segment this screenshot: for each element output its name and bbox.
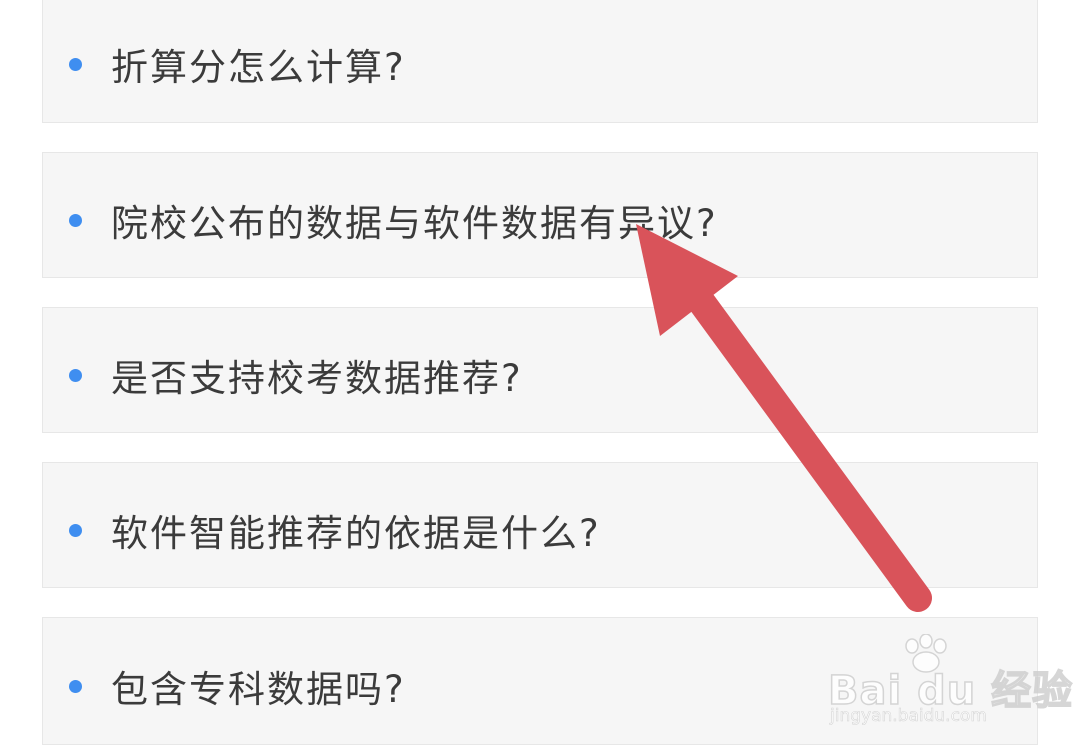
bullet-icon: [69, 58, 82, 71]
faq-item-label: 包含专科数据吗?: [111, 668, 406, 711]
faq-page: 折算分怎么计算? 院校公布的数据与软件数据有异议? 是否支持校考数据推荐? 软件…: [0, 0, 1076, 756]
bullet-icon: [69, 680, 82, 693]
faq-item-recommendation-basis[interactable]: 软件智能推荐的依据是什么?: [42, 462, 1038, 588]
bullet-icon: [69, 524, 82, 537]
faq-item-school-exam[interactable]: 是否支持校考数据推荐?: [42, 307, 1038, 433]
bullet-icon: [69, 369, 82, 382]
faq-item-conversion-score[interactable]: 折算分怎么计算?: [42, 0, 1038, 123]
faq-item-label: 院校公布的数据与软件数据有异议?: [111, 202, 718, 245]
faq-item-label: 软件智能推荐的依据是什么?: [111, 512, 601, 555]
faq-item-label: 折算分怎么计算?: [111, 46, 406, 89]
bullet-icon: [69, 214, 82, 227]
faq-item-label: 是否支持校考数据推荐?: [111, 357, 523, 400]
baidu-jingyan-watermark: Bai du 经验 jingyan.baidu.com: [827, 634, 1073, 740]
faq-item-data-dispute[interactable]: 院校公布的数据与软件数据有异议?: [42, 152, 1038, 278]
watermark-url: jingyan.baidu.com: [830, 706, 987, 727]
